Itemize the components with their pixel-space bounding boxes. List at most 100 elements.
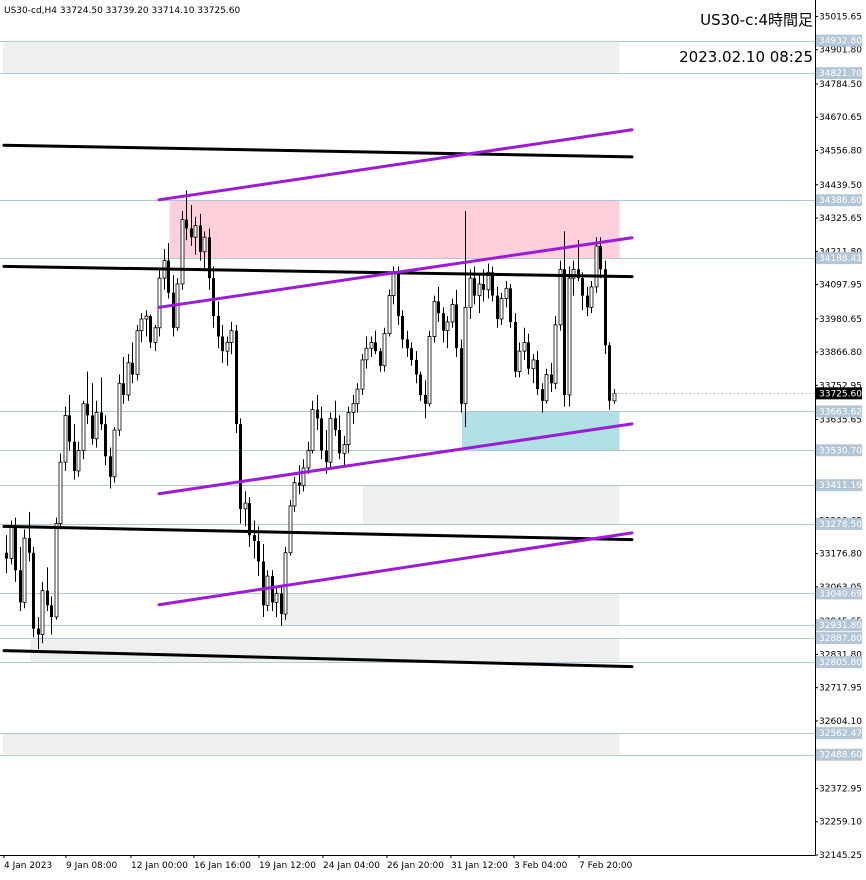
candle-body-34 [157,277,162,329]
y-tick-label-16: 33176.80 [819,550,862,560]
candle-body-21 [100,412,103,425]
candle-body-66 [301,467,306,486]
candle-body-16 [76,450,81,472]
y-tick-label-20: 32717.95 [819,684,862,694]
candle-body-13 [63,415,68,463]
candle-body-104 [473,278,476,296]
y-tick-label-10: 33866.80 [819,348,862,358]
candle-body-72 [328,417,333,463]
candle-body-22 [104,424,107,457]
level-tag-1: 34821.70 [819,69,862,79]
candle-body-60 [274,593,279,603]
candle-body-12 [58,461,63,524]
candle-body-95 [432,301,437,337]
level-tag-5: 33530.70 [819,446,862,456]
candle-body-100 [455,304,458,349]
candle-body-15 [73,441,76,471]
candle-body-52 [239,424,242,509]
candle-body-25 [117,382,122,431]
chart-svg: 35015.65 34901.80 34784.50 34670.65 34556.80… [0,0,866,876]
candle-body-81 [369,341,374,349]
y-tick-label-4: 34556.80 [819,147,862,157]
candle-body-8 [40,590,45,635]
candle-body-117 [531,359,536,370]
candle-body-111 [504,287,509,299]
candle-body-85 [387,295,392,335]
x-tick-label-8: 3 Feb 04:00 [514,861,568,871]
candle-body-46 [212,278,215,317]
y-tick-label-9: 33980.65 [819,315,862,325]
candle-body-88 [401,316,404,340]
candle-body-84 [382,333,387,367]
candle-body-2 [14,526,17,571]
candle-body-0 [5,552,8,559]
candle-body-130 [589,286,594,308]
candle-body-49 [225,341,230,352]
candle-body-113 [514,321,517,372]
candle-body-94 [427,336,432,405]
candle-body-134 [608,345,611,401]
candle-body-3 [19,570,22,603]
candle-body-132 [599,245,602,270]
candle-body-51 [235,330,238,425]
candle-body-118 [536,359,539,390]
candle-body-86 [391,271,396,297]
candle-body-73 [334,418,337,431]
level-tag-6: 33411.19 [819,481,862,491]
candle-body-110 [499,298,504,320]
candle-body-1 [9,526,14,559]
level-tag-2: 34386.60 [819,196,862,206]
candle-body-42 [193,225,198,238]
candle-body-64 [292,482,297,507]
candle-body-135 [612,393,617,402]
candle-body-129 [586,295,589,308]
candle-body-98 [445,321,450,332]
candle-body-5 [28,538,31,553]
candle-body-89 [406,339,409,349]
level-tag-13: 32488.60 [819,751,862,761]
zone-gray-0 [3,40,620,74]
candle-body-63 [288,505,293,554]
candle-body-41 [190,228,193,238]
candle-body-93 [424,394,427,404]
zone-gray-4 [282,593,620,626]
level-tag-11: 32805.80 [819,658,862,668]
candle-body-33 [153,327,158,343]
y-tick-label-6: 34325.65 [819,214,862,224]
candle-body-119 [541,389,544,401]
candle-body-37 [172,292,175,328]
candle-body-39 [180,219,185,285]
chart-timestamp: 2023.02.10 08:25 [679,48,813,66]
candle-body-76 [346,412,351,446]
candle-body-71 [325,450,328,463]
x-tick-label-1: 9 Jan 08:00 [66,861,118,871]
candle-body-7 [37,628,40,635]
candle-body-6 [32,552,35,629]
candle-body-19 [91,415,94,439]
candle-body-105 [477,283,482,297]
level-tag-0: 34932.80 [819,37,862,47]
candle-body-68 [310,409,315,451]
y-tick-label-24: 32259.10 [819,818,862,828]
candle-body-23 [109,456,112,477]
candle-body-96 [437,301,440,314]
x-tick-label-9: 7 Feb 20:00 [579,861,633,871]
candle-body-120 [544,374,549,402]
candle-body-77 [351,403,356,413]
candle-body-24 [112,429,117,478]
chart: 35015.65 34901.80 34784.50 34670.65 34556.80… [0,0,866,876]
candle-body-65 [298,482,301,486]
level-tag-7: 33278.50 [819,520,862,530]
candle-body-47 [217,316,220,337]
candle-body-116 [527,342,530,369]
candle-body-91 [415,359,418,375]
candle-body-101 [460,348,463,404]
candle-body-74 [338,430,341,454]
candle-body-78 [355,388,360,405]
candle-body-45 [208,237,211,279]
current-price-tag: 33725.60 [819,389,862,399]
y-tick-label-25: 32145.25 [819,851,862,861]
candle-body-32 [149,316,152,343]
candle-body-53 [243,502,248,510]
candle-body-59 [271,576,274,603]
